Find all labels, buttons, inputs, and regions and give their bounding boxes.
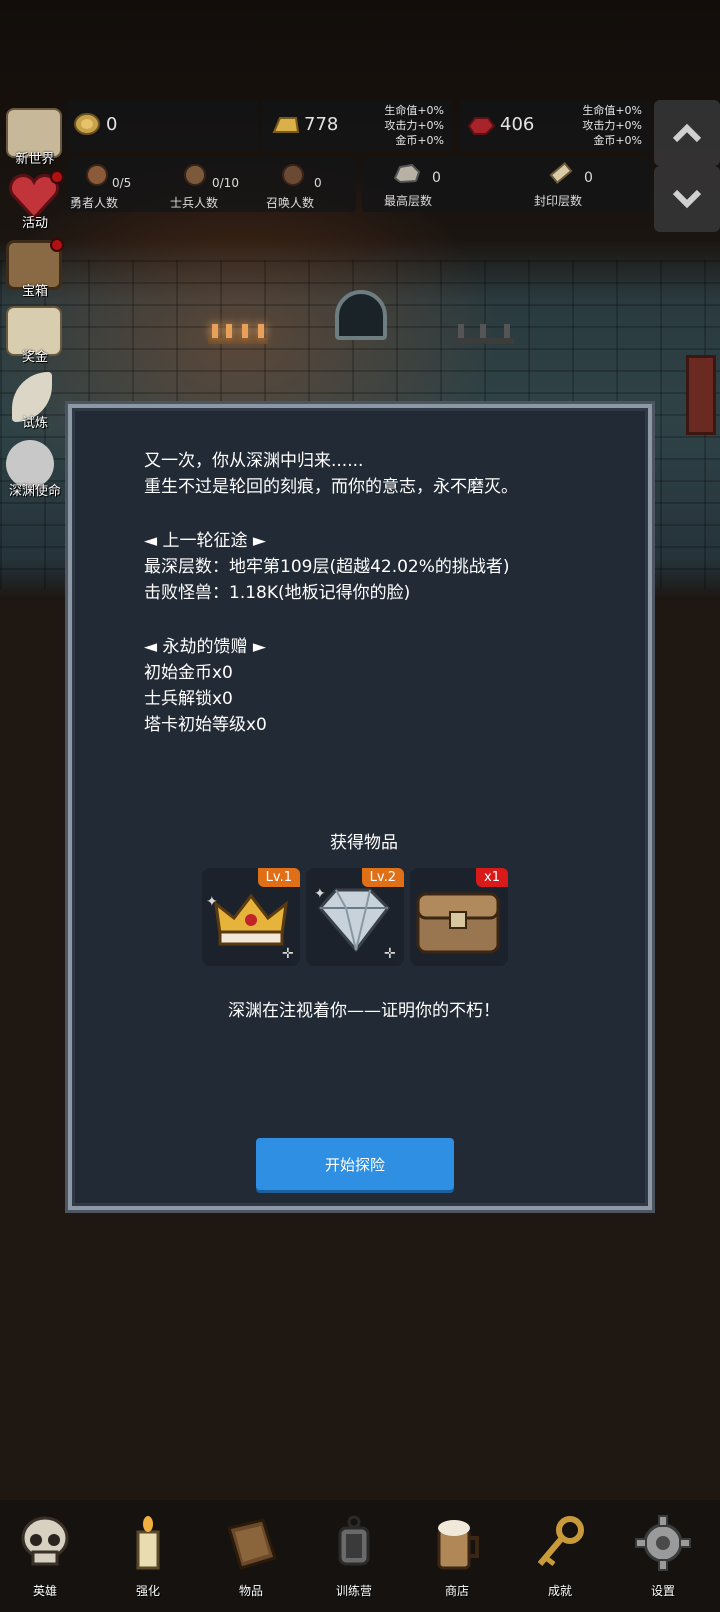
- soldier-unlock-line: 士兵解锁x0: [144, 689, 233, 709]
- tarot-level-line: 塔卡初始等级x0: [144, 715, 267, 735]
- ruby-value: 406: [500, 114, 535, 135]
- deepest-floor-line: 最深层数：地牢第109层(超越42.02%的挑战者): [144, 557, 510, 577]
- book-icon: [227, 1518, 277, 1570]
- nav-achievements[interactable]: 成就: [515, 1514, 605, 1604]
- ruby-icon: [467, 117, 496, 135]
- scroll-down-button[interactable]: [654, 166, 720, 232]
- level-badge: Lv.1: [257, 868, 300, 887]
- reward-item-crown[interactable]: ✦ ✛ Lv.1: [202, 868, 300, 966]
- reward-item-chest[interactable]: x1: [410, 868, 508, 966]
- nav-items[interactable]: 物品: [206, 1514, 296, 1604]
- rebirth-dialog: 又一次，你从深渊中归来...... 重生不过是轮回的刻痕，而你的意志，永不磨灭。…: [68, 404, 652, 1210]
- key-icon: [537, 1516, 584, 1566]
- summon-count: 0 召唤人数: [262, 158, 356, 212]
- side-treasure[interactable]: 宝箱: [2, 236, 68, 302]
- scroll-icon: [549, 161, 573, 185]
- skull-icon: [21, 1516, 69, 1566]
- gold-bar-panel: 778 生命值+0% 攻击力+0% 金币+0%: [262, 100, 452, 152]
- last-run-heading: ◄ 上一轮征途 ►: [144, 531, 266, 551]
- initial-gold-line: 初始金币x0: [144, 663, 233, 683]
- gold-value: 0: [106, 114, 118, 135]
- ruby-bonus: 生命值+0% 攻击力+0% 金币+0%: [582, 104, 642, 147]
- gold-coin-icon: [74, 113, 100, 135]
- summon-head-icon: [282, 164, 304, 186]
- reward-item-diamond[interactable]: ✦ ✛ Lv.2: [306, 868, 404, 966]
- notification-dot: [50, 238, 64, 252]
- gear-icon: [635, 1515, 691, 1571]
- gold-bar-value: 778: [304, 114, 339, 135]
- hero-head-icon: [86, 164, 108, 186]
- arched-window: [335, 290, 387, 340]
- unit-stats-panel: 0/5 勇者人数 0/10 士兵人数 0 召唤人数: [66, 158, 356, 212]
- gold-bar-icon: [272, 117, 300, 133]
- scroll-up-button[interactable]: [654, 100, 720, 166]
- side-trial[interactable]: 试炼: [2, 368, 68, 434]
- ruby-panel: 406 生命值+0% 攻击力+0% 金币+0%: [460, 100, 650, 152]
- start-adventure-button[interactable]: 开始探险: [256, 1138, 454, 1190]
- eternal-gift-heading: ◄ 永劫的馈赠 ►: [144, 637, 266, 657]
- wall-banner: [686, 355, 716, 435]
- intro-line-2: 重生不过是轮回的刻痕，而你的意志，永不磨灭。: [144, 477, 518, 497]
- soldier-head-icon: [184, 164, 206, 186]
- sealed-floor: 0 封印层数: [502, 158, 652, 212]
- nav-shop[interactable]: 商店: [412, 1514, 502, 1604]
- soldier-count: 0/10 士兵人数: [162, 158, 262, 212]
- chandelier-lit: [208, 320, 268, 360]
- nav-heroes[interactable]: 英雄: [0, 1514, 90, 1604]
- gold-bar-bonus: 生命值+0% 攻击力+0% 金币+0%: [384, 104, 444, 147]
- rock-icon: [393, 163, 421, 184]
- side-abyss-mission[interactable]: 深渊使命: [2, 436, 68, 502]
- hero-count: 0/5 勇者人数: [66, 158, 162, 212]
- beer-mug-icon: [437, 1520, 479, 1570]
- sparkle-icon: ✦: [314, 886, 326, 902]
- count-badge: x1: [476, 868, 508, 887]
- level-badge: Lv.2: [361, 868, 404, 887]
- chevron-down-icon: [672, 189, 702, 209]
- side-events[interactable]: 活动: [2, 168, 68, 234]
- nav-settings[interactable]: 设置: [618, 1514, 708, 1604]
- sparkle-icon: ✦: [206, 894, 218, 910]
- sparkle-icon: ✛: [282, 946, 294, 962]
- chevron-up-icon: [672, 123, 702, 143]
- sparkle-icon: ✛: [384, 946, 396, 962]
- bottom-navigation: 英雄 强化 物品 训练营 商店 成就 设置: [0, 1500, 720, 1612]
- items-title: 获得物品: [330, 833, 398, 853]
- candle-icon: [136, 1516, 160, 1570]
- chandelier-unlit: [454, 320, 514, 360]
- notification-dot: [50, 170, 64, 184]
- nav-enhance[interactable]: 强化: [103, 1514, 193, 1604]
- gold-panel: 0: [66, 100, 258, 152]
- intro-line-1: 又一次，你从深渊中归来......: [144, 451, 364, 471]
- nav-training-camp[interactable]: 训练营: [309, 1514, 399, 1604]
- side-bonus[interactable]: 奖金: [2, 302, 68, 368]
- highest-floor: 0 最高层数: [362, 158, 502, 212]
- lantern-icon: [338, 1515, 370, 1566]
- abyss-watching-text: 深渊在注视着你——证明你的不朽！: [228, 1001, 500, 1021]
- side-new-world[interactable]: 新世界: [2, 104, 68, 170]
- monsters-defeated-line: 击败怪兽：1.18K(地板记得你的脸): [144, 583, 411, 603]
- floor-stats-panel: 0 最高层数 0 封印层数: [362, 158, 652, 212]
